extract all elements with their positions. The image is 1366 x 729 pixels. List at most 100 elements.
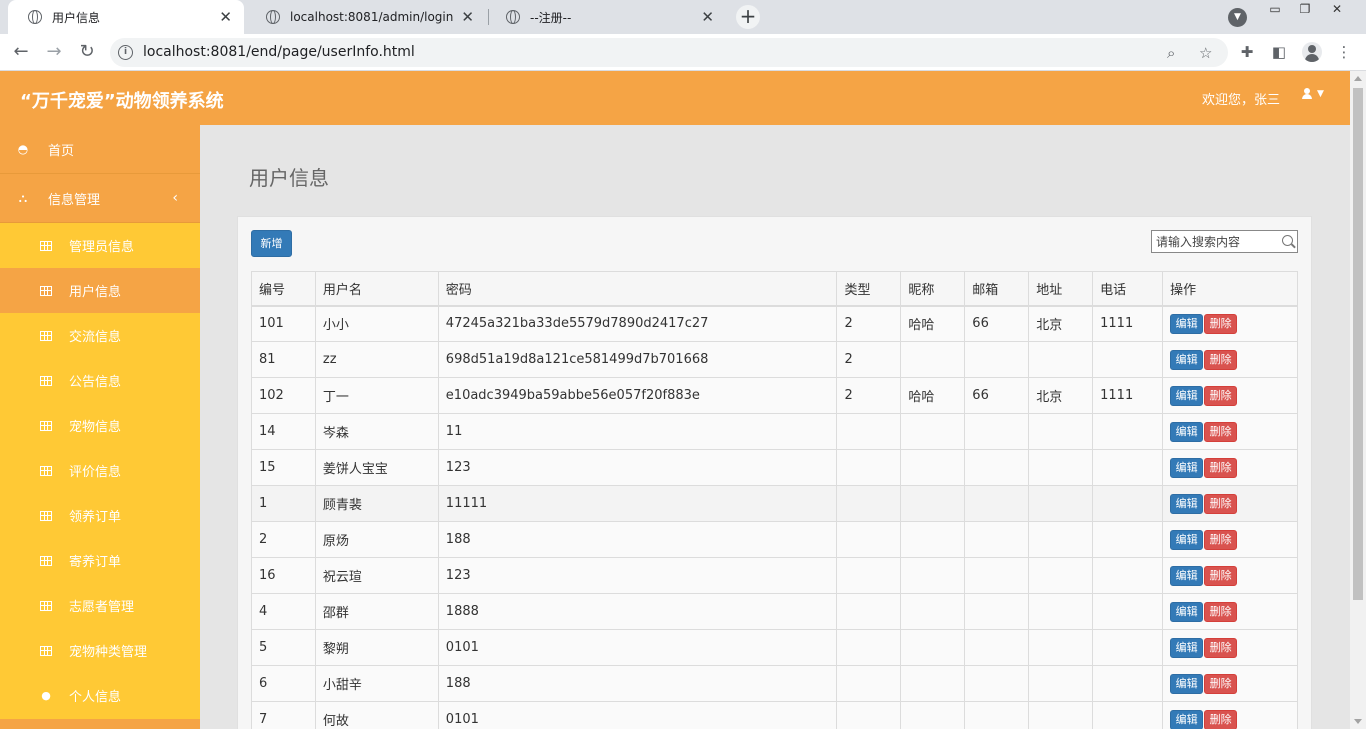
cell-type: 2 xyxy=(836,341,902,378)
url-text[interactable]: localhost:8081/end/page/userInfo.html xyxy=(143,44,415,60)
delete-button[interactable]: 删除 xyxy=(1204,673,1238,694)
cell-email xyxy=(964,413,1030,450)
table-row: 102 丁一 e10adc3949ba59abbe56e057f20f883e 2 哈哈… xyxy=(251,377,1298,414)
scroll-down-icon[interactable] xyxy=(1354,719,1362,724)
edit-button[interactable]: 编辑 xyxy=(1170,349,1204,370)
edit-button[interactable]: 编辑 xyxy=(1170,493,1204,514)
restore-icon[interactable]: ❐ xyxy=(1290,0,1320,20)
edit-button[interactable]: 编辑 xyxy=(1170,601,1204,622)
sidebar-item-foster-orders[interactable]: 寄养订单 xyxy=(0,538,200,583)
table-icon xyxy=(40,645,52,656)
delete-button[interactable]: 删除 xyxy=(1204,457,1238,478)
tab-search-icon[interactable]: ▼ xyxy=(1228,8,1247,27)
back-icon[interactable]: ← xyxy=(9,41,33,65)
edit-button[interactable]: 编辑 xyxy=(1170,313,1204,334)
cell-password: 123 xyxy=(437,449,838,486)
sidebar-item-label: 寄养订单 xyxy=(69,555,122,570)
user-menu-toggle[interactable]: ▼ xyxy=(1302,88,1324,99)
sidebar-item-profile[interactable]: ● 个人信息 xyxy=(0,673,200,718)
delete-button[interactable]: 删除 xyxy=(1204,709,1238,729)
sidebar-item-volunteer-management[interactable]: 志愿者管理 xyxy=(0,583,200,628)
cell-address xyxy=(1028,413,1094,450)
table-header-row: 编号 用户名 密码 类型 昵称 邮箱 地址 电话 操作 xyxy=(251,271,1298,307)
globe-icon xyxy=(266,10,280,24)
edit-button[interactable]: 编辑 xyxy=(1170,529,1204,550)
sidebar-item-user-info[interactable]: 用户信息 xyxy=(0,268,200,313)
add-button[interactable]: 新增 xyxy=(251,230,292,257)
cell-username: 岑森 xyxy=(314,413,439,450)
reload-icon[interactable]: ↻ xyxy=(75,41,99,65)
site-info-icon[interactable]: i xyxy=(118,45,133,60)
cell-email xyxy=(964,521,1030,558)
browser-tab-user-info[interactable]: 用户信息 ✕ xyxy=(8,0,244,34)
cell-nickname xyxy=(900,701,966,729)
close-icon[interactable]: ✕ xyxy=(219,8,232,26)
close-icon[interactable]: ✕ xyxy=(701,8,714,26)
cell-actions: 编辑 删除 xyxy=(1162,341,1298,378)
cell-nickname xyxy=(900,341,966,378)
sidebar-item-pet-category-management[interactable]: 宠物种类管理 xyxy=(0,628,200,673)
search-icon[interactable] xyxy=(1282,235,1293,246)
more-menu-icon[interactable]: ⋮ xyxy=(1334,42,1354,62)
cell-email xyxy=(964,593,1030,630)
delete-button[interactable]: 删除 xyxy=(1204,421,1238,442)
delete-button[interactable]: 删除 xyxy=(1204,493,1238,514)
edit-button[interactable]: 编辑 xyxy=(1170,673,1204,694)
sidebar-item-adoption-orders[interactable]: 领养订单 xyxy=(0,493,200,538)
table-row: 1 顾青裴 11111 编辑 删除 xyxy=(251,485,1298,522)
table-icon xyxy=(40,285,52,296)
browser-tab-register[interactable]: --注册-- ✕ xyxy=(486,0,726,34)
close-icon[interactable]: ✕ xyxy=(461,8,474,26)
minimize-icon[interactable]: ▭ xyxy=(1260,0,1290,20)
forward-icon[interactable]: → xyxy=(42,41,66,65)
edit-button[interactable]: 编辑 xyxy=(1170,421,1204,442)
bookmark-star-icon[interactable]: ☆ xyxy=(1199,44,1212,62)
extensions-icon[interactable]: ✚ xyxy=(1237,42,1257,62)
sidebar-item-admin-info[interactable]: 管理员信息 xyxy=(0,223,200,268)
user-icon: ● xyxy=(41,689,51,702)
sidebar-item-pet-info[interactable]: 宠物信息 xyxy=(0,403,200,448)
edit-button[interactable]: 编辑 xyxy=(1170,385,1204,406)
delete-button[interactable]: 删除 xyxy=(1204,601,1238,622)
table-row: 7 何故 0101 编辑 删除 xyxy=(251,701,1298,729)
browser-tab-login-admin[interactable]: localhost:8081/admin/loginAdmin ✕ xyxy=(246,0,486,34)
delete-button[interactable]: 删除 xyxy=(1204,313,1238,334)
delete-button[interactable]: 删除 xyxy=(1204,529,1238,550)
delete-button[interactable]: 删除 xyxy=(1204,565,1238,586)
cell-username: 邵群 xyxy=(314,593,439,630)
page-scrollbar[interactable] xyxy=(1350,71,1366,729)
cell-phone xyxy=(1092,593,1164,630)
cell-email xyxy=(964,485,1030,522)
profile-avatar[interactable] xyxy=(1302,42,1322,62)
edit-button[interactable]: 编辑 xyxy=(1170,637,1204,658)
cell-phone xyxy=(1092,413,1164,450)
scrollbar-thumb[interactable] xyxy=(1353,88,1363,600)
cell-username: 姜饼人宝宝 xyxy=(314,449,439,486)
side-panel-icon[interactable]: ◧ xyxy=(1269,42,1289,62)
cell-type xyxy=(836,449,902,486)
address-bar[interactable]: i localhost:8081/end/page/userInfo.html … xyxy=(110,38,1228,67)
search-input[interactable] xyxy=(1152,231,1277,252)
delete-button[interactable]: 删除 xyxy=(1204,349,1238,370)
cell-phone xyxy=(1092,629,1164,666)
cell-phone xyxy=(1092,665,1164,702)
delete-button[interactable]: 删除 xyxy=(1204,385,1238,406)
sidebar-item-notice-info[interactable]: 公告信息 xyxy=(0,358,200,403)
delete-button[interactable]: 删除 xyxy=(1204,637,1238,658)
sidebar-group-info-management[interactable]: ⛬ 信息管理 ‹ xyxy=(0,174,200,223)
edit-button[interactable]: 编辑 xyxy=(1170,457,1204,478)
sidebar-footer-strip xyxy=(0,719,200,729)
cell-username: 何故 xyxy=(314,701,439,729)
close-window-icon[interactable]: ✕ xyxy=(1322,0,1352,20)
tab-title: 用户信息 xyxy=(52,10,101,25)
edit-button[interactable]: 编辑 xyxy=(1170,709,1204,729)
cell-password: 11111 xyxy=(437,485,838,522)
edit-button[interactable]: 编辑 xyxy=(1170,565,1204,586)
scroll-up-icon[interactable] xyxy=(1354,76,1362,81)
sidebar-item-home[interactable]: ◓ 首页 xyxy=(0,125,200,174)
sidebar-item-communication-info[interactable]: 交流信息 xyxy=(0,313,200,358)
sidebar-item-review-info[interactable]: 评价信息 xyxy=(0,448,200,493)
zoom-icon[interactable]: ⌕ xyxy=(1167,44,1175,62)
new-tab-button[interactable]: + xyxy=(736,5,760,29)
sitemap-icon: ⛬ xyxy=(18,190,28,205)
